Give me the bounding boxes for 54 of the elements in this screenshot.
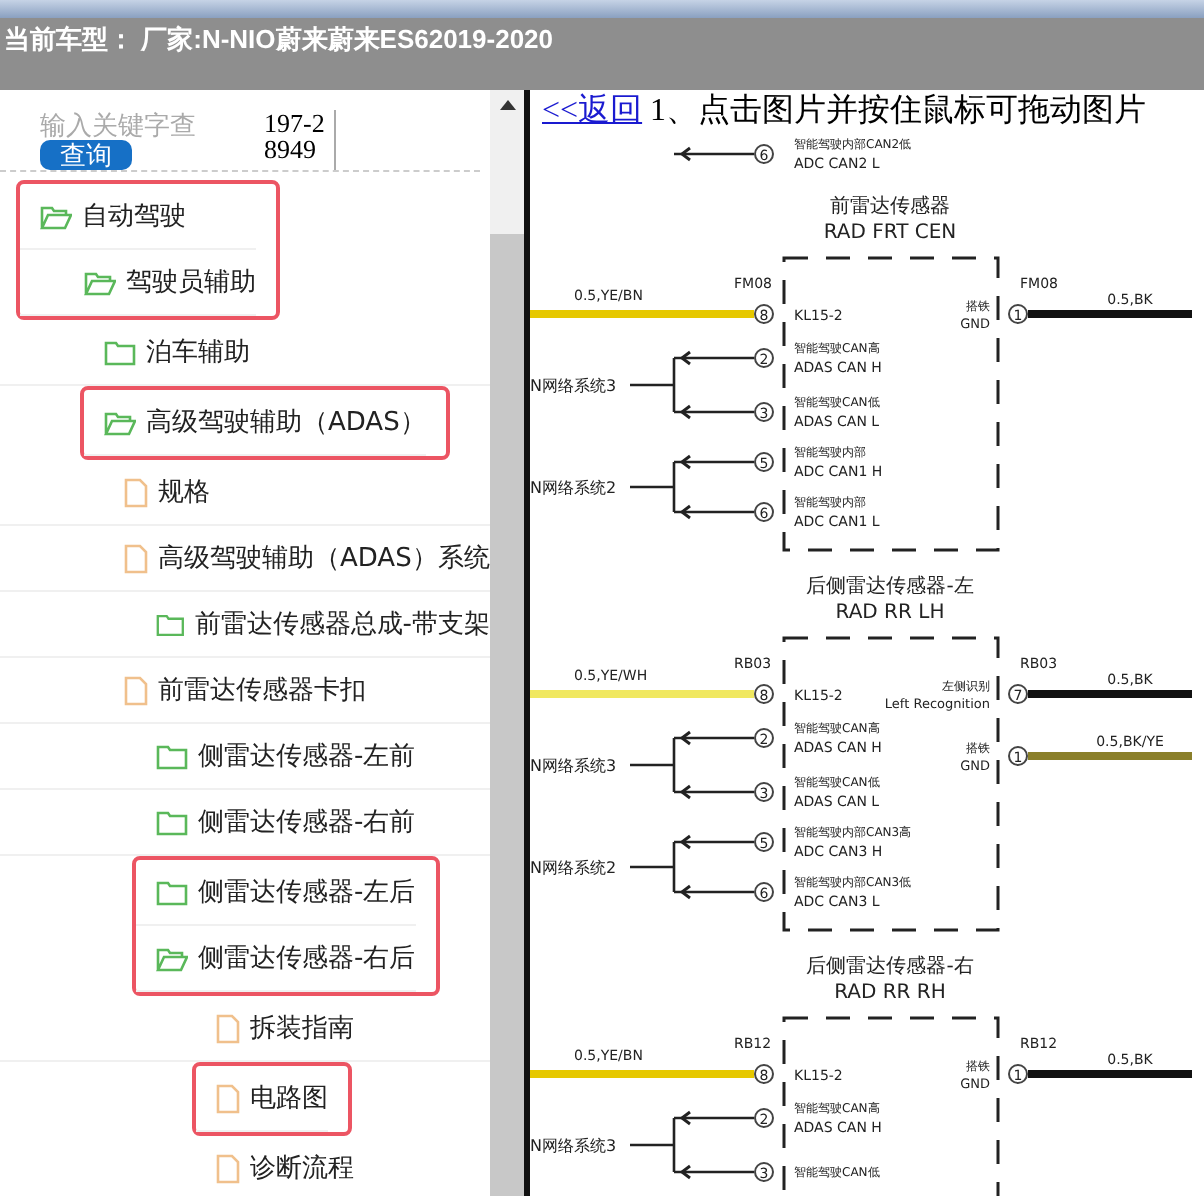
bracket-line (628, 1116, 676, 1174)
scroll-up-icon[interactable] (499, 100, 515, 110)
network-label: N网络系统2 (530, 859, 617, 877)
bracket-line (628, 736, 676, 794)
connector-title: 后侧雷达传感器-右 (806, 956, 974, 978)
arrow-line (674, 350, 754, 366)
bracket-line (628, 840, 676, 894)
tree-item[interactable]: 自动驾驶 (20, 184, 256, 250)
search-field[interactable]: 输入关键字查 (40, 110, 232, 140)
connector-title: 后侧雷达传感器-左 (806, 576, 974, 598)
tree-item[interactable]: 规格 (0, 460, 490, 526)
tree-item[interactable]: 泊车辅助 (0, 320, 490, 386)
vehicle-title: 当前车型： 厂家:N-NIO蔚来蔚来ES62019-2020 (4, 22, 556, 58)
tree-item[interactable]: 侧雷达传感器-右前 (0, 790, 490, 856)
tree-item[interactable]: 侧雷达传感器-左前 (0, 724, 490, 790)
document-icon (216, 1083, 240, 1113)
arrow-line (674, 404, 754, 420)
connector-subtitle: RAD RR RH (834, 982, 946, 1004)
bracket-line (628, 460, 676, 514)
network-label: N网络系统2 (530, 479, 617, 497)
search-button[interactable]: 查询 (40, 140, 132, 170)
connector-title: 前雷达传感器 (830, 196, 950, 218)
tree-item[interactable]: 前雷达传感器总成-带支架 (0, 592, 490, 658)
tree-item[interactable]: 高级驾驶辅助（ADAS） (84, 390, 426, 456)
bracket-line (628, 356, 676, 414)
arrow-line (674, 1110, 754, 1126)
result-count: 197-28949 (264, 110, 336, 170)
tree-item[interactable]: 电路图 (196, 1066, 328, 1132)
document-icon (216, 1013, 240, 1043)
document-icon (124, 543, 148, 573)
document-icon (124, 675, 148, 705)
arrow-line (674, 504, 754, 520)
network-label: N网络系统3 (530, 757, 617, 775)
arrow-line (674, 1164, 754, 1180)
arrow-line (674, 834, 754, 850)
arrow-line (674, 730, 754, 746)
network-label: N网络系统3 (530, 1137, 617, 1155)
tree-item[interactable]: 前雷达传感器卡扣 (0, 658, 490, 724)
arrow-line (674, 146, 754, 162)
arrow-line (674, 884, 754, 900)
arrow-line (674, 784, 754, 800)
connector-subtitle: RAD RR LH (835, 602, 945, 624)
document-icon (216, 1153, 240, 1183)
instruction-text: 1、点击图片并按住鼠标可拖动图片 (650, 91, 1147, 130)
tree-item[interactable]: 拆装指南 (0, 996, 490, 1062)
arrow-line (674, 454, 754, 470)
tree-item[interactable]: 侧雷达传感器-左后 (136, 860, 416, 926)
connector-subtitle: RAD FRT CEN (823, 222, 957, 244)
tree-item[interactable]: 高级驾驶辅助（ADAS）系统 (0, 526, 490, 592)
network-label: N网络系统3 (530, 377, 617, 395)
tree-item[interactable]: 侧雷达传感器-右后 (136, 926, 416, 992)
back-link[interactable]: <<返回 (542, 90, 643, 130)
document-icon (124, 477, 148, 507)
tree-item[interactable]: 驾驶员辅助 (20, 250, 256, 316)
